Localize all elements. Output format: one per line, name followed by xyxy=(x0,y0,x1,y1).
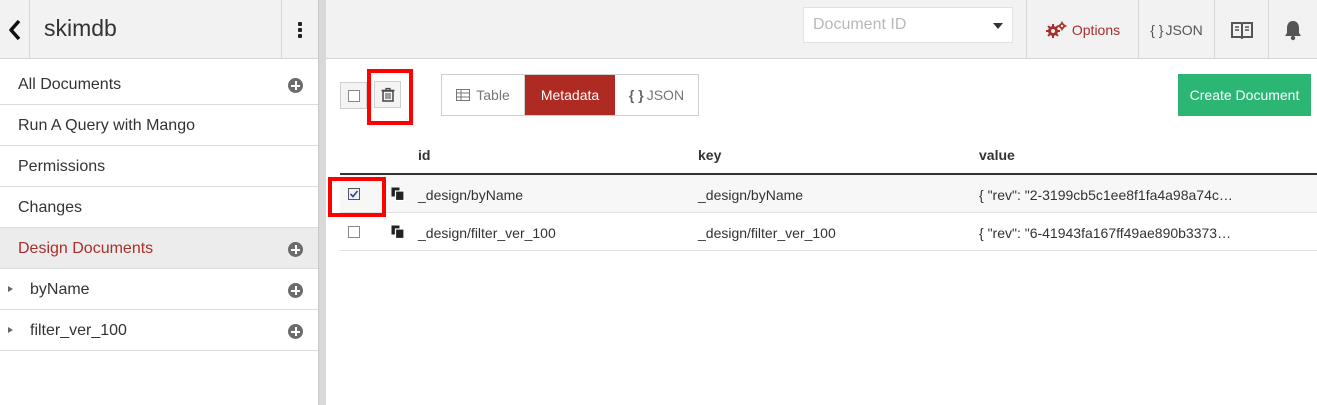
sidebar-resize-handle[interactable] xyxy=(318,0,326,405)
top-bar: Options { } JSON xyxy=(326,0,1317,59)
cell-key: _design/byName xyxy=(698,187,804,203)
braces-icon: { } xyxy=(1150,21,1164,38)
caret-down-icon[interactable] xyxy=(993,23,1003,29)
column-header-id[interactable]: id xyxy=(418,147,430,163)
sidebar-header: skimdb xyxy=(0,0,318,59)
sidebar-item-label: Changes xyxy=(18,199,83,216)
sidebar-item-label: All Documents xyxy=(18,76,122,93)
tab-metadata[interactable]: Metadata xyxy=(525,75,615,115)
plus-circle-icon[interactable] xyxy=(288,78,303,93)
database-name: skimdb xyxy=(44,15,117,41)
table-header: id key value xyxy=(340,136,1317,175)
vertical-dots-icon xyxy=(298,21,302,38)
sidebar-item-label: Permissions xyxy=(18,158,106,175)
checkmark-icon xyxy=(349,190,359,198)
tab-table-label: Table xyxy=(476,87,510,103)
sidebar-item-label: filter_ver_100 xyxy=(30,322,127,339)
sidebar-item-changes[interactable]: Changes xyxy=(0,187,318,228)
database-menu-button[interactable] xyxy=(281,0,318,59)
row-checkbox[interactable] xyxy=(348,226,360,238)
back-arrow-icon xyxy=(8,19,20,40)
sidebar-nav: All Documents Run A Query with Mango Per… xyxy=(0,64,318,351)
json-label: JSON xyxy=(1165,21,1203,38)
sidebar-item-all-documents[interactable]: All Documents xyxy=(0,64,318,105)
bell-icon xyxy=(1285,20,1301,40)
plus-circle-icon[interactable] xyxy=(288,283,303,298)
sidebar-item-filter-ver-100[interactable]: filter_ver_100 xyxy=(0,310,318,351)
sidebar-item-design-documents[interactable]: Design Documents xyxy=(0,228,318,269)
caret-right-icon[interactable] xyxy=(8,327,13,333)
sidebar-item-mango-query[interactable]: Run A Query with Mango xyxy=(0,105,318,146)
documentation-button[interactable] xyxy=(1214,0,1268,59)
column-header-key[interactable]: key xyxy=(698,147,721,163)
book-icon xyxy=(1230,21,1253,39)
table-row[interactable]: _design/filter_ver_100 _design/filter_ve… xyxy=(340,213,1317,251)
plus-circle-icon[interactable] xyxy=(288,242,303,257)
notifications-button[interactable] xyxy=(1268,0,1317,59)
back-button[interactable] xyxy=(0,0,30,59)
select-all-checkbox[interactable] xyxy=(340,82,367,109)
sidebar-item-label: byName xyxy=(30,281,90,298)
sidebar: skimdb All Documents Run A Query with Ma… xyxy=(0,0,318,405)
row-checkbox[interactable] xyxy=(348,188,360,200)
document-id-input[interactable] xyxy=(804,8,984,42)
cell-id[interactable]: _design/byName xyxy=(418,187,523,203)
tab-table[interactable]: Table xyxy=(442,75,525,115)
column-header-value[interactable]: value xyxy=(979,147,1015,163)
tab-json[interactable]: { } JSON xyxy=(615,75,698,115)
cell-value: { "rev": "6-41943fa167ff49ae890b3373… xyxy=(979,225,1232,241)
sidebar-item-label: Run A Query with Mango xyxy=(18,117,195,134)
gears-icon xyxy=(1045,21,1067,38)
sidebar-item-label: Design Documents xyxy=(18,240,154,257)
view-toggle: Table Metadata { } JSON xyxy=(441,74,699,116)
trash-icon xyxy=(381,87,395,102)
caret-right-icon[interactable] xyxy=(8,286,13,292)
table-row[interactable]: _design/byName _design/byName { "rev": "… xyxy=(340,175,1317,213)
cell-value: { "rev": "2-3199cb5c1ee8f1fa4a98a74c… xyxy=(979,187,1233,203)
copy-icon[interactable] xyxy=(391,187,405,201)
delete-button[interactable] xyxy=(374,81,401,108)
braces-icon: { } xyxy=(628,87,644,103)
document-id-jump xyxy=(803,7,1013,43)
sidebar-item-permissions[interactable]: Permissions xyxy=(0,146,318,187)
cell-id[interactable]: _design/filter_ver_100 xyxy=(418,225,556,241)
tab-metadata-label: Metadata xyxy=(540,87,600,103)
plus-circle-icon[interactable] xyxy=(288,324,303,339)
sidebar-item-byname[interactable]: byName xyxy=(0,269,318,310)
checkbox[interactable] xyxy=(348,90,360,102)
table-icon xyxy=(456,89,471,101)
documents-table: id key value _design/byName _design/byNa… xyxy=(340,136,1317,251)
copy-icon[interactable] xyxy=(391,225,405,239)
cell-key: _design/filter_ver_100 xyxy=(698,225,836,241)
create-document-button[interactable]: Create Document xyxy=(1178,74,1311,116)
tab-json-label: JSON xyxy=(646,87,685,103)
options-label: Options xyxy=(1071,21,1121,38)
options-button[interactable]: Options xyxy=(1026,0,1138,59)
api-json-button[interactable]: { } JSON xyxy=(1138,0,1214,59)
